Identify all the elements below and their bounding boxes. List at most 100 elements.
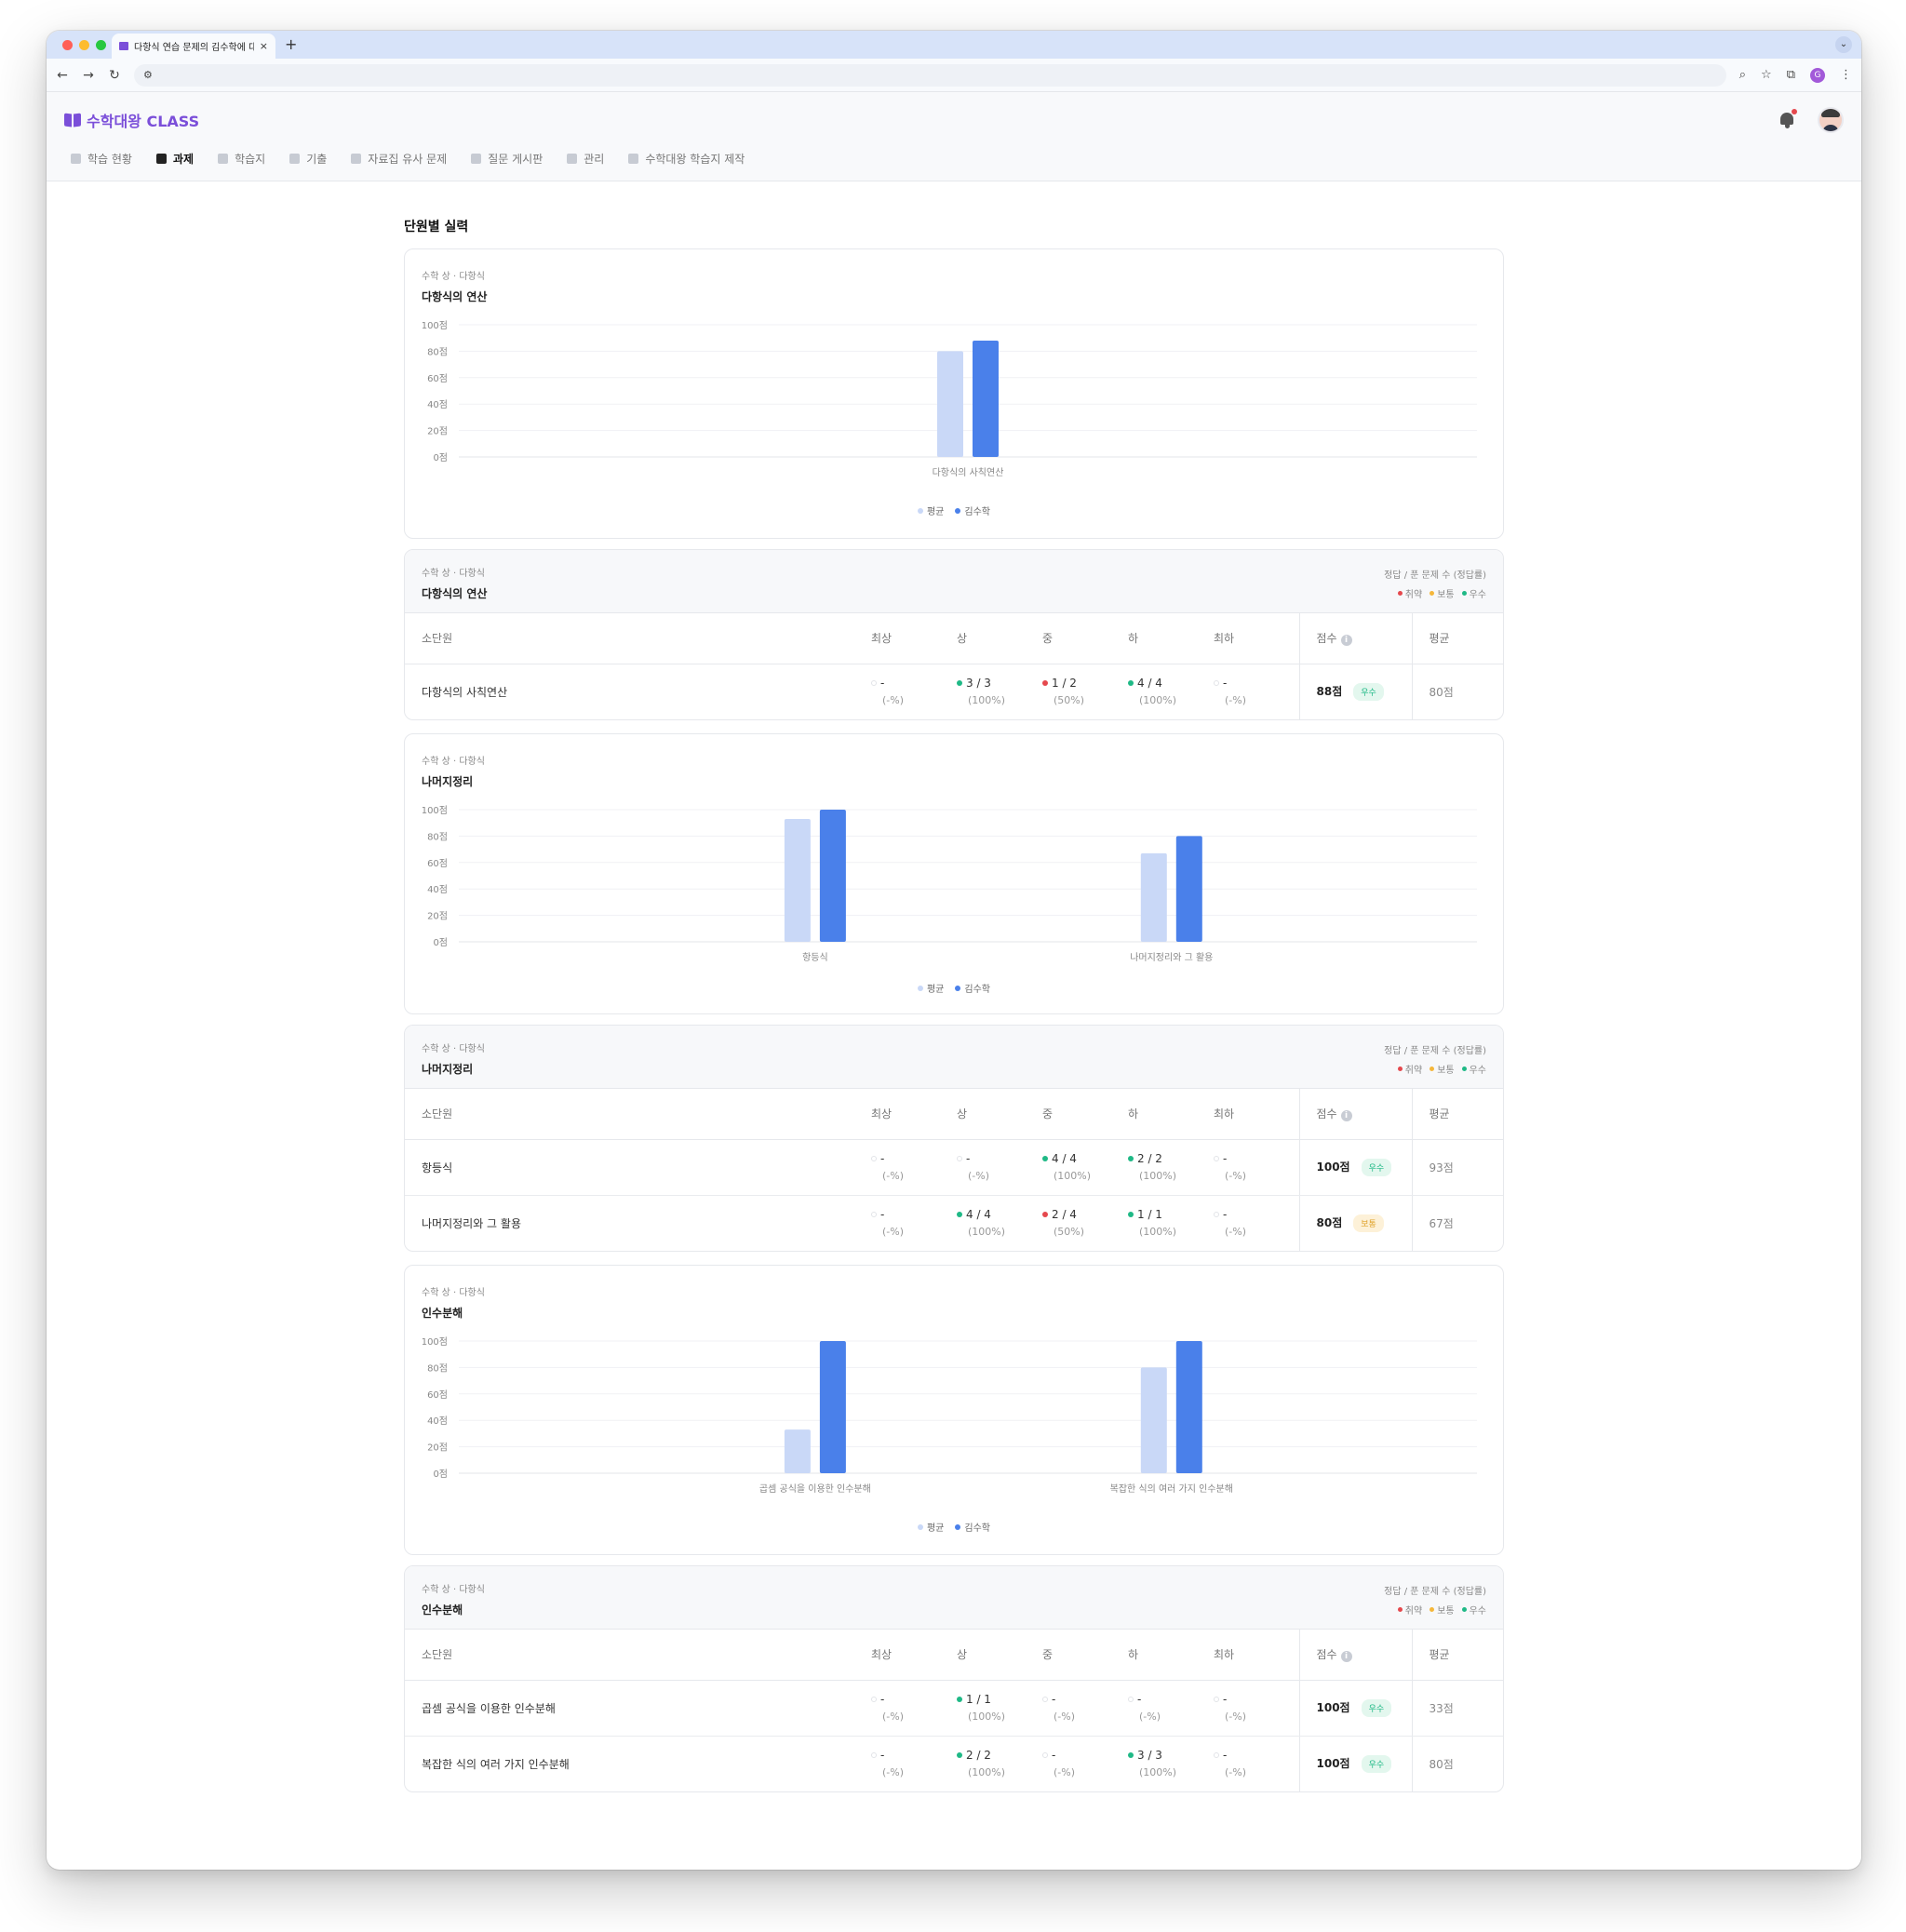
tab-title: 다항식 연습 문제의 김수학에 대한 |: [134, 43, 254, 53]
legend-item-student[interactable]: 김수학: [955, 981, 990, 995]
table-row[interactable]: 곱셈 공식을 이용한 인수분해 - (-%) 1 / 1 (100%) - (-%) - (-%…: [405, 1680, 1503, 1737]
column-header: 평균: [1411, 613, 1503, 664]
legend-item-student[interactable]: 김수학: [955, 503, 990, 517]
score-cell: 100점 우수: [1298, 1736, 1412, 1791]
minimize-window-button[interactable]: [79, 40, 89, 50]
status-dot: [1397, 591, 1403, 596]
level-cell: 1 / 1 (100%): [1128, 1195, 1214, 1251]
logo[interactable]: 수학대왕 CLASS: [64, 109, 199, 131]
legend-item-avg[interactable]: 평균: [917, 1520, 944, 1534]
level-value: -: [1223, 1208, 1228, 1222]
bar-student[interactable]: [819, 810, 846, 942]
level-percent: (100%): [1054, 1170, 1092, 1182]
level-result: -: [1042, 1693, 1128, 1706]
menu-item-4[interactable]: 자료집 유사 문제: [351, 151, 447, 167]
level-percent: (100%): [968, 1766, 1006, 1779]
bell-icon[interactable]: [1778, 109, 1797, 129]
back-arrow-icon[interactable]: ←: [56, 68, 69, 83]
bar-avg[interactable]: [784, 1429, 811, 1473]
bar-avg[interactable]: [937, 351, 963, 457]
book-icon: [628, 154, 639, 164]
y-tick-label: 0점: [433, 937, 448, 948]
browser-tab[interactable]: 다항식 연습 문제의 김수학에 대한 | ×: [112, 34, 275, 59]
menu-item-5[interactable]: 질문 게시판: [471, 151, 543, 167]
status-badge: 우수: [1361, 1158, 1392, 1176]
table-row[interactable]: 다항식의 사칙연산 - (-%) 3 / 3 (100%) 1 / 2 (50%) 4 / 4…: [405, 664, 1503, 719]
maximize-window-button[interactable]: [96, 40, 106, 50]
table-row[interactable]: 항등식 - (-%) - (-%) 4 / 4 (100%) 2 / 2 (100%) - (-%)…: [405, 1139, 1503, 1196]
profile-avatar[interactable]: G: [1810, 67, 1825, 83]
level-cell: - (-%): [871, 1680, 957, 1737]
bar-chart: 100점 80점 60점 40점 20점 0점곱셈 공식을 이용한 인수분해 복잡한 식의 …: [422, 1336, 1477, 1495]
site-settings-icon[interactable]: ⚙: [143, 69, 153, 81]
bar-student[interactable]: [819, 1341, 846, 1473]
bar-avg[interactable]: [1140, 852, 1167, 942]
bar-avg[interactable]: [1140, 1367, 1167, 1473]
bar-student[interactable]: [1175, 1341, 1202, 1473]
bookmark-star-icon[interactable]: ☆: [1761, 68, 1772, 82]
bar-chart: 100점 80점 60점 40점 20점 0점항등식 나머지정리와 그 활용: [422, 805, 1477, 963]
user-avatar[interactable]: [1818, 107, 1844, 133]
legend-item-avg[interactable]: 평균: [917, 503, 944, 517]
worksheet-icon: [218, 154, 229, 164]
menu-item-6[interactable]: 관리: [567, 151, 604, 167]
column-header-label: 최상: [871, 1107, 893, 1121]
zoom-icon[interactable]: ⌕: [1739, 68, 1746, 82]
level-result: 2 / 2: [957, 1749, 1042, 1762]
browser-window: 다항식 연습 문제의 김수학에 대한 | × + ⌄ ← → ↻ ⚙ ⌕ ☆ ⧉…: [47, 31, 1861, 1870]
status-dot: [1214, 1697, 1219, 1702]
status-legend-item: 보통: [1430, 1603, 1455, 1617]
legend-label: 김수학: [964, 985, 990, 995]
chart-subject: 수학 상 · 다항식: [422, 272, 485, 282]
legend-dot: [955, 985, 961, 991]
status-dot: [1042, 1156, 1048, 1161]
extensions-icon[interactable]: ⧉: [1787, 68, 1795, 82]
tab-search-chevron-icon[interactable]: ⌄: [1835, 36, 1852, 53]
level-percent: (100%): [968, 1711, 1006, 1723]
status-dot: [957, 1212, 962, 1218]
forward-arrow-icon[interactable]: →: [82, 68, 95, 83]
bar-avg[interactable]: [784, 818, 811, 942]
legend-item-avg[interactable]: 평균: [917, 981, 944, 995]
level-value: -: [880, 1693, 885, 1706]
menu-item-2[interactable]: 학습지: [218, 151, 265, 167]
status-dot: [1430, 591, 1435, 596]
level-value: -: [1052, 1693, 1056, 1706]
table-row[interactable]: 복잡한 식의 여러 가지 인수분해 - (-%) 2 / 2 (100%) - (-%) 3 …: [405, 1736, 1503, 1791]
table-row[interactable]: 나머지정리와 그 활용 - (-%) 4 / 4 (100%) 2 / 4 (50%) 1 /…: [405, 1195, 1503, 1251]
table-title: 인수분해: [422, 1603, 463, 1617]
tab-close-icon[interactable]: ×: [260, 40, 268, 52]
bar-student[interactable]: [1175, 836, 1202, 942]
y-tick-label: 20점: [427, 426, 448, 437]
tab-strip: 다항식 연습 문제의 김수학에 대한 | × + ⌄: [47, 31, 1861, 59]
reload-icon[interactable]: ↻: [108, 68, 121, 83]
level-cell: - (-%): [871, 1139, 957, 1196]
table-note: 정답 / 푼 문제 수 (정답률) 취약 보통 우수: [1384, 1583, 1486, 1617]
score-value: 100점: [1316, 1756, 1350, 1770]
menu-item-1[interactable]: 과제: [155, 151, 194, 167]
column-header: 최상: [871, 1630, 957, 1681]
level-result: -: [1214, 1208, 1299, 1221]
bar-student[interactable]: [973, 341, 999, 457]
browser-menu-icon[interactable]: ⋮: [1840, 68, 1852, 82]
avg-score: 80점: [1411, 664, 1503, 719]
new-tab-button[interactable]: +: [285, 35, 297, 53]
info-icon[interactable]: i: [1340, 635, 1352, 647]
info-icon[interactable]: i: [1340, 1110, 1352, 1122]
menu-item-3[interactable]: 기출: [289, 151, 327, 167]
column-header: 중: [1042, 1089, 1128, 1140]
menu-item-label: 수학대왕 학습지 제작: [645, 153, 745, 166]
menu-item-0[interactable]: 학습 현황: [71, 151, 132, 167]
address-bar[interactable]: ⚙: [134, 63, 1726, 87]
level-percent: (-%): [1225, 1170, 1247, 1182]
legend-dot: [917, 985, 923, 991]
menu-item-7[interactable]: 수학대왕 학습지 제작: [628, 151, 745, 167]
column-header-label: 최하: [1214, 1648, 1235, 1662]
legend-item-student[interactable]: 김수학: [955, 1520, 990, 1534]
level-percent: (-%): [1054, 1766, 1076, 1779]
info-icon[interactable]: i: [1340, 1651, 1352, 1663]
level-percent: (-%): [1225, 1766, 1247, 1779]
level-value: -: [880, 1152, 885, 1165]
column-header-label: 상: [957, 632, 968, 646]
close-window-button[interactable]: [62, 40, 73, 50]
